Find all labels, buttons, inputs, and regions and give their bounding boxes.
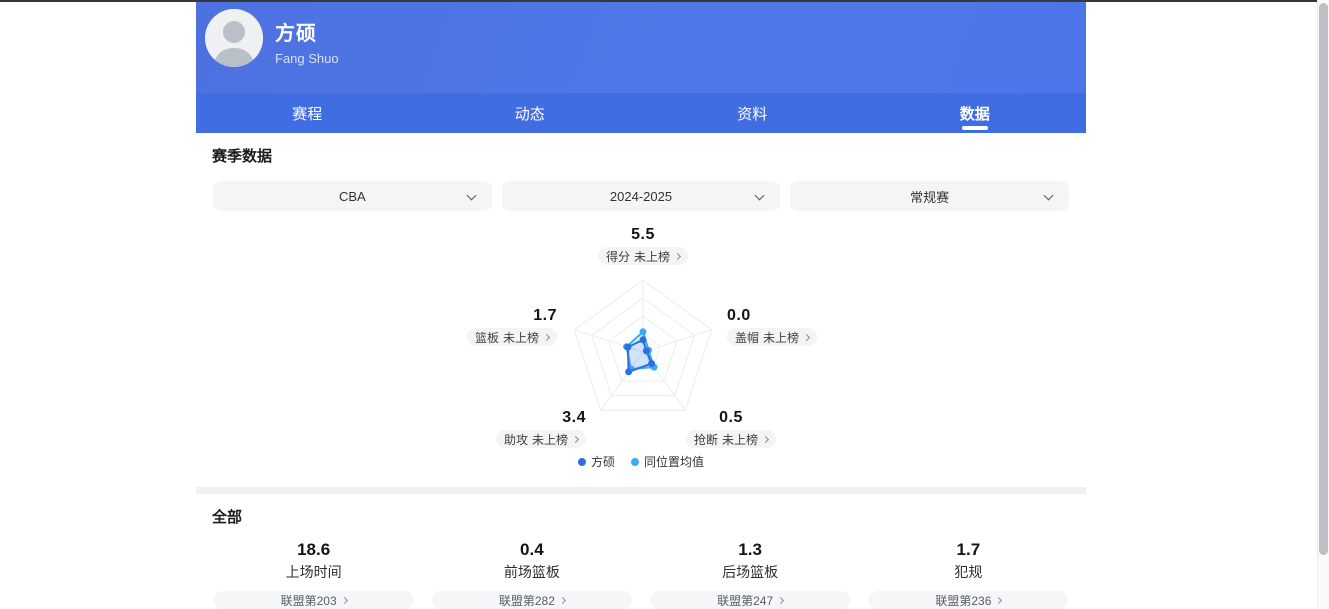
legend-label: 同位置均值	[644, 453, 704, 470]
stat-col-minutes: 18.6 上场时间 联盟第203	[214, 540, 413, 609]
stat-col-fouls: 1.7 犯规 联盟第236	[869, 540, 1068, 609]
stat-value: 0.4	[432, 540, 631, 560]
stat-name: 助攻	[504, 431, 528, 448]
rank-status: 未上榜	[634, 248, 670, 265]
legend-item-player[interactable]: 方硕	[578, 453, 615, 470]
radar-label-assists: 3.4 助攻 未上榜	[496, 408, 586, 448]
stat-label: 犯规	[869, 564, 1068, 581]
rank-text: 联盟第236	[935, 592, 991, 609]
fouls-rank-badge[interactable]: 联盟第236	[869, 591, 1068, 609]
all-section-title: 全部	[212, 506, 1086, 527]
tab-data[interactable]: 数据	[864, 93, 1087, 133]
stat-label: 上场时间	[214, 564, 413, 581]
player-name-en: Fang Shuo	[275, 51, 339, 66]
stats-row: 18.6 上场时间 联盟第203 0.4 前场篮板 联盟第282 1.3 后场篮…	[196, 540, 1086, 609]
chevron-right-icon	[572, 435, 579, 442]
chevron-right-icon	[777, 596, 784, 603]
rank-text: 联盟第203	[281, 592, 337, 609]
player-name: 方硕	[275, 22, 339, 46]
chevron-down-icon	[466, 191, 476, 201]
defensive-rebounds-rank-badge[interactable]: 联盟第247	[651, 591, 850, 609]
radar-label-points: 5.5 得分 未上榜	[598, 225, 688, 265]
points-rank-pill[interactable]: 得分 未上榜	[598, 247, 688, 265]
player-header: 方硕 Fang Shuo	[196, 2, 1086, 93]
chevron-down-icon	[755, 191, 765, 201]
rank-status: 未上榜	[722, 431, 758, 448]
legend-item-position-average[interactable]: 同位置均值	[631, 453, 704, 470]
radar-label-steals: 0.5 抢断 未上榜	[686, 408, 776, 448]
chevron-right-icon	[543, 333, 550, 340]
chevron-down-icon	[1044, 191, 1054, 201]
section-divider	[196, 487, 1086, 494]
player-avatar	[205, 9, 263, 67]
stat-label: 前场篮板	[432, 564, 631, 581]
main-column: 方硕 Fang Shuo 赛程 动态 资料 数据 赛季数据 CBA 2024-2…	[196, 2, 1086, 609]
legend-dot-player	[578, 458, 586, 466]
steals-rank-pill[interactable]: 抢断 未上榜	[686, 430, 776, 448]
stat-col-offensive-rebounds: 0.4 前场篮板 联盟第282	[432, 540, 631, 609]
radar-label-blocks: 0.0 盖帽 未上榜	[727, 306, 817, 346]
nav-bar: 赛程 动态 资料 数据	[196, 93, 1086, 133]
rank-status: 未上榜	[532, 431, 568, 448]
chevron-right-icon	[995, 596, 1002, 603]
stat-col-defensive-rebounds: 1.3 后场篮板 联盟第247	[651, 540, 850, 609]
rank-status: 未上榜	[763, 329, 799, 346]
chevron-right-icon	[341, 596, 348, 603]
rank-text: 联盟第247	[717, 592, 773, 609]
stat-value: 18.6	[214, 540, 413, 560]
chevron-right-icon	[803, 333, 810, 340]
stage-select[interactable]: 常规赛	[790, 181, 1069, 211]
legend-dot-position-average	[631, 458, 639, 466]
tab-schedule[interactable]: 赛程	[196, 93, 419, 133]
stage-select-value: 常规赛	[910, 187, 949, 206]
stat-name: 抢断	[694, 431, 718, 448]
stat-name: 篮板	[475, 329, 499, 346]
stat-name: 盖帽	[735, 329, 759, 346]
assists-rank-pill[interactable]: 助攻 未上榜	[496, 430, 586, 448]
scrollbar-thumb[interactable]	[1319, 3, 1328, 555]
radar-label-rebounds: 1.7 篮板 未上榜	[467, 306, 557, 346]
minutes-rank-badge[interactable]: 联盟第203	[214, 591, 413, 609]
steals-value: 0.5	[719, 408, 743, 427]
radar-chart-area: 5.5 得分 未上榜 1.7 篮板 未上榜 0.0 盖帽 未上榜	[196, 211, 1086, 487]
rebounds-value: 1.7	[533, 306, 557, 325]
chart-legend: 方硕 同位置均值	[196, 453, 1086, 470]
rebounds-rank-pill[interactable]: 篮板 未上榜	[467, 328, 557, 346]
season-select[interactable]: 2024-2025	[502, 181, 781, 211]
league-select-value: CBA	[339, 189, 366, 204]
chevron-right-icon	[674, 252, 681, 259]
assists-value: 3.4	[562, 408, 586, 427]
stat-name: 得分	[606, 248, 630, 265]
filter-row: CBA 2024-2025 常规赛	[213, 181, 1069, 211]
blocks-value: 0.0	[727, 306, 751, 325]
chevron-right-icon	[559, 596, 566, 603]
player-name-block: 方硕 Fang Shuo	[275, 22, 339, 66]
chevron-right-icon	[762, 435, 769, 442]
rank-status: 未上榜	[503, 329, 539, 346]
rank-text: 联盟第282	[499, 592, 555, 609]
season-select-value: 2024-2025	[610, 189, 672, 204]
league-select[interactable]: CBA	[213, 181, 492, 211]
tab-profile[interactable]: 资料	[641, 93, 864, 133]
tab-news[interactable]: 动态	[419, 93, 642, 133]
scrollbar-track[interactable]	[1317, 0, 1329, 607]
legend-label: 方硕	[591, 453, 615, 470]
stat-label: 后场篮板	[651, 564, 850, 581]
blocks-rank-pill[interactable]: 盖帽 未上榜	[727, 328, 817, 346]
stat-value: 1.7	[869, 540, 1068, 560]
stat-value: 1.3	[651, 540, 850, 560]
offensive-rebounds-rank-badge[interactable]: 联盟第282	[432, 591, 631, 609]
points-value: 5.5	[631, 225, 655, 244]
season-section-title: 赛季数据	[212, 145, 1086, 166]
